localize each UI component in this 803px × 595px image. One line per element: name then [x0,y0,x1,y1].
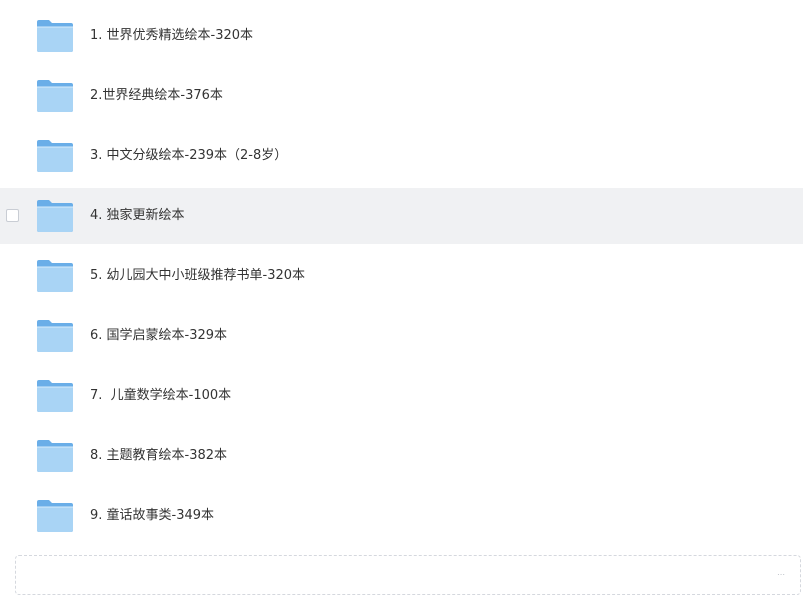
file-row-2[interactable]: 2.世界经典绘本-376本 [0,68,803,124]
more-dots-icon: ⋯ [777,570,786,579]
file-name[interactable]: 2.世界经典绘本-376本 [90,88,223,104]
file-row-7[interactable]: 7. 儿童数学绘本-100本 [0,368,803,424]
file-row-3[interactable]: 3. 中文分级绘本-239本（2-8岁） [0,128,803,184]
file-name[interactable]: 9. 童话故事类-349本 [90,508,214,524]
file-name[interactable]: 6. 国学启蒙绘本-329本 [90,328,227,344]
file-name[interactable]: 1. 世界优秀精选绘本-320本 [90,28,253,44]
folder-icon [37,380,73,412]
file-row-4[interactable]: 4. 独家更新绘本 [0,188,803,244]
file-name[interactable]: 7. 儿童数学绘本-100本 [90,388,231,404]
folder-icon [37,140,73,172]
file-name[interactable]: 4. 独家更新绘本 [90,208,185,224]
folder-icon [37,80,73,112]
file-row-5[interactable]: 5. 幼儿园大中小班级推荐书单-320本 [0,248,803,304]
file-name[interactable]: 3. 中文分级绘本-239本（2-8岁） [90,148,287,164]
file-row-1[interactable]: 1. 世界优秀精选绘本-320本 [0,8,803,64]
upload-drop-area[interactable]: ⋯ [15,555,801,595]
select-checkbox[interactable] [6,209,19,222]
file-row-9[interactable]: 9. 童话故事类-349本 [0,488,803,544]
file-row-6[interactable]: 6. 国学启蒙绘本-329本 [0,308,803,364]
folder-icon [37,440,73,472]
folder-icon [37,260,73,292]
folder-icon [37,500,73,532]
file-list: 1. 世界优秀精选绘本-320本 2.世界经典绘本-376本 3. 中文分级绘本… [0,8,803,548]
file-row-8[interactable]: 8. 主题教育绘本-382本 [0,428,803,484]
file-name[interactable]: 5. 幼儿园大中小班级推荐书单-320本 [90,268,305,284]
file-name[interactable]: 8. 主题教育绘本-382本 [90,448,227,464]
folder-icon [37,320,73,352]
folder-icon [37,200,73,232]
folder-icon [37,20,73,52]
